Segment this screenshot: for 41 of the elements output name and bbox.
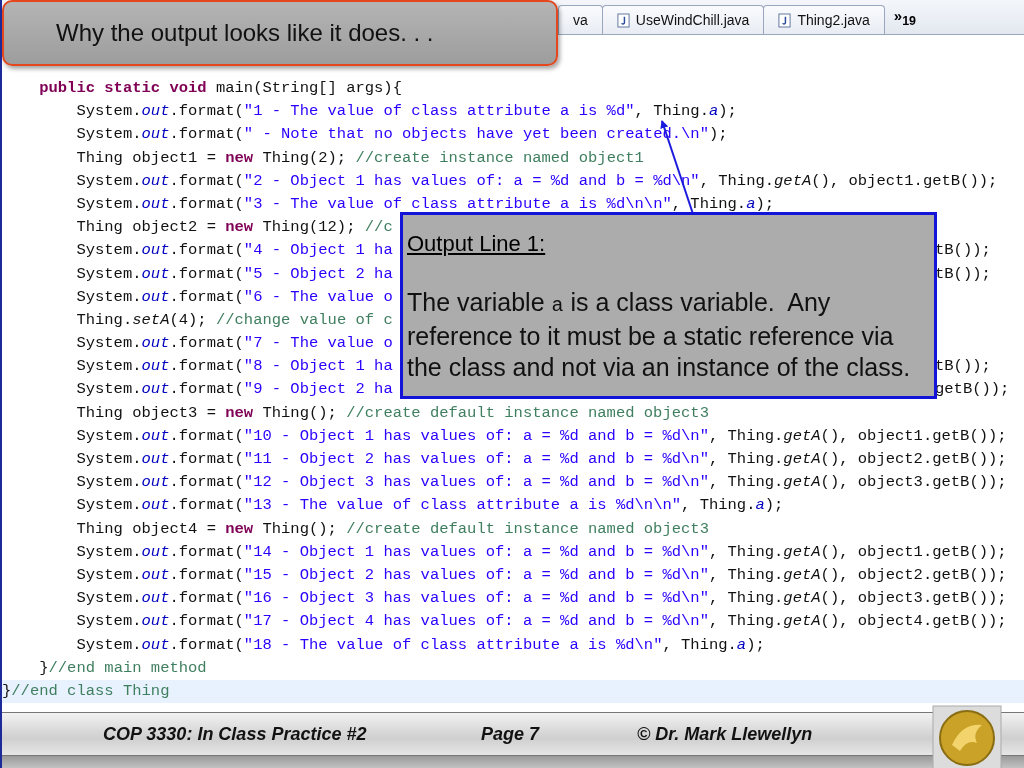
code-line: System.out.format("13 - The value of class attribute a is %d\n\n", Thing.a);: [75, 495, 784, 517]
code-line: System.out.format("17 - Object 4 has values of: a = %d and b = %d\n", Thing.getA(), object4.getB());: [75, 611, 1007, 633]
tab-overflow-button[interactable]: »$_{19}$: [883, 6, 927, 28]
editor-tab[interactable]: va: [558, 5, 603, 34]
code-line: public static void main(String[] args){: [38, 78, 402, 99]
code-line: getB());: [934, 379, 1010, 401]
code-line: System.out.format("6 - The value o: [75, 286, 393, 308]
code-line: System.out.format("11 - Object 2 has values of: a = %d and b = %d\n", Thing.getA(), object2.getB());: [75, 449, 1007, 470]
code-line: tB());: [934, 356, 991, 378]
slide-title: Why the output looks like it does. . .: [2, 0, 558, 66]
code-line: System.out.format("1 - The value of class attribute a is %d", Thing.a);: [75, 101, 737, 123]
code-line: System.out.format("3 - The value of class attribute a is %d\n\n", Thing.a);: [75, 193, 775, 215]
footer-text: COP 3330: In Class Practice #2: [103, 723, 368, 745]
code-line: System.out.format("8 - Object 1 ha: [75, 356, 393, 378]
code-line: System.out.format("15 - Object 2 has values of: a = %d and b = %d\n", Thing.getA(), object2.getB());: [75, 564, 1007, 586]
code-line: System.out.format("16 - Object 3 has values of: a = %d and b = %d\n", Thing.getA(), object3.getB());: [75, 588, 1007, 610]
code-line: System.out.format("14 - Object 1 has values of: a = %d and b = %d\n", Thing.getA(), object1.getB());: [75, 541, 1007, 563]
code-line: Thing object4 = new Thing(); //create default instance named object3: [75, 518, 709, 540]
code-line: System.out.format("18 - The value of class attribute a is %d\n", Thing.a);: [75, 634, 765, 656]
callout-text: The variable a is a class variable. Any reference to it must be a static reference via the class and not via an instance of the class.: [407, 287, 912, 383]
code-line: System.out.format("12 - Object 3 has values of: a = %d and b = %d\n", Thing.getA(), object3.getB());: [75, 472, 1007, 494]
code-line: System.out.format("10 - Object 1 has values of: a = %d and b = %d\n", Thing.getA(), object1.getB());: [75, 425, 1007, 447]
logo-icon: [932, 705, 1002, 768]
code-line: System.out.format("5 - Object 2 ha: [75, 263, 393, 285]
code-line: tB());: [934, 263, 991, 285]
page-number: Page 7: [481, 723, 541, 745]
editor-tab[interactable]: UseWindChill.java: [601, 5, 765, 34]
code-line: System.out.format("4 - Object 1 ha: [75, 240, 393, 262]
code-line: Thing object2 = new Thing(12); //c: [75, 217, 393, 239]
code-line: System.out.format("7 - The value o: [75, 333, 393, 355]
code-line: System.out.format("9 - Object 2 ha: [75, 379, 393, 401]
code-line: }//end main method: [38, 657, 207, 679]
editor-tab[interactable]: Thing2.java: [763, 5, 885, 34]
java-file-icon: [616, 12, 630, 28]
code-line: tB());: [934, 240, 991, 262]
java-file-icon: [778, 12, 792, 28]
code-line: Thing.setA(4); //change value of c: [75, 309, 393, 331]
footer-text: © Dr. Mark Llewellyn: [637, 723, 814, 745]
code-line: Thing object3 = new Thing(); //create default instance named object3: [75, 402, 709, 424]
code-line: Thing object1 = new Thing(2); //create instance named object1: [75, 147, 644, 169]
callout-heading: Output Line 1:: [407, 231, 546, 257]
